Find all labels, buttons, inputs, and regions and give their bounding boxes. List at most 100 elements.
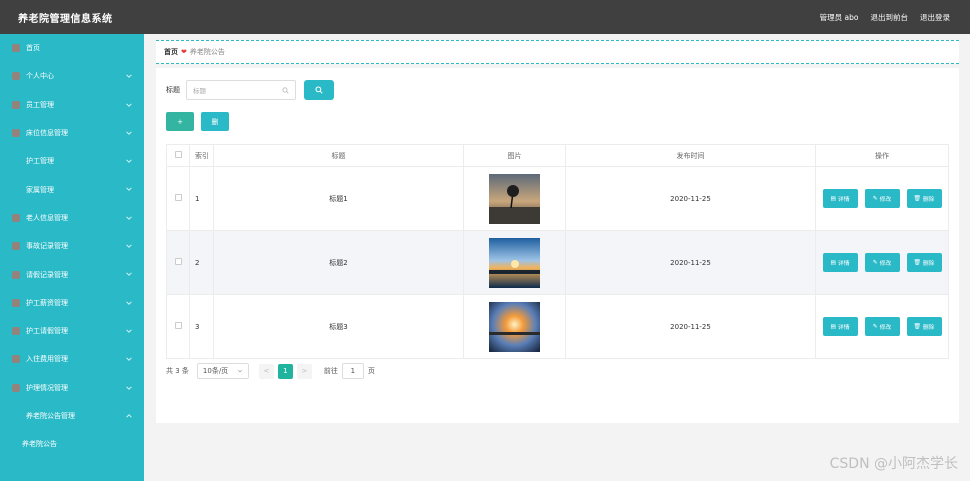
row-checkbox[interactable] bbox=[174, 258, 182, 265]
table-header-row: 索引 标题 图片 发布时间 操作 bbox=[166, 144, 949, 167]
add-button[interactable]: + bbox=[166, 112, 194, 131]
chevron-down-icon bbox=[125, 214, 133, 222]
chevron-down-icon bbox=[125, 270, 133, 278]
breadcrumb: 首页 ❤ 养老院公告 bbox=[156, 40, 959, 64]
total-count: 共 3 条 bbox=[166, 367, 189, 375]
breadcrumb-home[interactable]: 首页 bbox=[164, 47, 178, 57]
sidebar-item-6[interactable]: 老人信息管理 bbox=[0, 204, 144, 232]
detail-button[interactable]: ▤ 详情 bbox=[822, 317, 858, 336]
header-title: 标题 bbox=[213, 144, 464, 167]
sidebar-item-label: 护工薪资管理 bbox=[26, 298, 68, 307]
detail-label: 详情 bbox=[837, 197, 850, 203]
header-select-all[interactable] bbox=[166, 144, 190, 167]
sidebar-item-label: 入住费用管理 bbox=[26, 355, 68, 364]
logout-link[interactable]: 退出登录 bbox=[920, 12, 950, 23]
row-checkbox[interactable] bbox=[174, 322, 182, 329]
table-row: 1 标题1 2020-11-25 ▤ 详情 ✎ 修改 🗑 删除 bbox=[166, 166, 949, 231]
sidebar-item-13[interactable]: 养老院公告管理 bbox=[0, 402, 144, 430]
chevron-down-icon bbox=[125, 327, 133, 335]
search-input[interactable]: 标题 bbox=[186, 80, 296, 100]
next-page-button[interactable]: > bbox=[296, 363, 312, 379]
search-placeholder: 标题 bbox=[193, 87, 206, 95]
prev-page-button[interactable]: < bbox=[258, 363, 274, 379]
sidebar-item-label: 个人中心 bbox=[26, 72, 54, 81]
edit-button[interactable]: ✎ 修改 bbox=[864, 189, 900, 208]
sidebar-item-7[interactable]: 事故记录管理 bbox=[0, 232, 144, 260]
edit-icon: ✎ bbox=[872, 195, 878, 202]
row-image bbox=[463, 294, 566, 359]
sidebar-item-label: 事故记录管理 bbox=[26, 242, 68, 251]
row-image bbox=[463, 230, 566, 295]
staff-icon bbox=[12, 100, 20, 109]
back-to-front-link[interactable]: 退出到前台 bbox=[871, 12, 909, 23]
sidebar-item-12[interactable]: 护理情况管理 bbox=[0, 374, 144, 402]
main-content: 首页 ❤ 养老院公告 标题 标题 + 删 索引 标题 图片 发布时间 操作 1 … bbox=[144, 34, 970, 481]
detail-button[interactable]: ▤ 详情 bbox=[822, 189, 858, 208]
search-button[interactable] bbox=[304, 80, 334, 100]
nurse-leave-icon bbox=[12, 327, 20, 336]
action-buttons: + 删 bbox=[166, 112, 229, 131]
sidebar-item-10[interactable]: 护工请假管理 bbox=[0, 317, 144, 345]
current-user: 管理员 abo bbox=[819, 13, 859, 22]
sidebar-item-5[interactable]: 家属管理 bbox=[0, 175, 144, 203]
header-index: 索引 bbox=[189, 144, 214, 167]
sidebar-item-label: 家属管理 bbox=[26, 185, 54, 194]
home-icon bbox=[12, 44, 20, 53]
delete-button[interactable]: 🗑 删除 bbox=[906, 189, 942, 208]
trash-icon: 🗑 bbox=[913, 259, 921, 266]
elder-icon bbox=[12, 213, 20, 222]
search-icon bbox=[282, 86, 289, 94]
row-actions: ▤ 详情 ✎ 修改 🗑 删除 bbox=[815, 294, 949, 359]
batch-delete-button[interactable]: 删 bbox=[201, 112, 229, 131]
edit-icon: ✎ bbox=[872, 259, 878, 266]
row-index: 3 bbox=[189, 294, 214, 359]
sidebar-item-11[interactable]: 入住费用管理 bbox=[0, 345, 144, 373]
row-actions: ▤ 详情 ✎ 修改 🗑 删除 bbox=[815, 230, 949, 295]
chevron-down-icon bbox=[125, 384, 133, 392]
row-select-cell[interactable] bbox=[166, 230, 190, 295]
care-icon bbox=[12, 383, 20, 392]
notice-thumbnail bbox=[489, 173, 540, 224]
detail-label: 详情 bbox=[837, 325, 850, 331]
row-select-cell[interactable] bbox=[166, 166, 190, 231]
edit-button[interactable]: ✎ 修改 bbox=[864, 317, 900, 336]
sidebar-item-4[interactable]: 护工管理 bbox=[0, 147, 144, 175]
search-icon bbox=[315, 86, 323, 94]
delete-button[interactable]: 🗑 删除 bbox=[906, 253, 942, 272]
edit-label: 修改 bbox=[879, 197, 892, 203]
chevron-down-icon bbox=[125, 355, 133, 363]
detail-icon: ▤ bbox=[830, 195, 836, 202]
fee-icon bbox=[12, 355, 20, 364]
sidebar-item-2[interactable]: 员工管理 bbox=[0, 91, 144, 119]
chevron-down-icon bbox=[125, 157, 133, 165]
sidebar-item-9[interactable]: 护工薪资管理 bbox=[0, 289, 144, 317]
row-select-cell[interactable] bbox=[166, 294, 190, 359]
chevron-down-icon bbox=[125, 72, 133, 80]
edit-label: 修改 bbox=[879, 261, 892, 267]
row-checkbox[interactable] bbox=[174, 194, 182, 201]
delete-button[interactable]: 🗑 删除 bbox=[906, 317, 942, 336]
detail-button[interactable]: ▤ 详情 bbox=[822, 253, 858, 272]
sidebar-item-0[interactable]: 首页 bbox=[0, 34, 144, 62]
heart-icon: ❤ bbox=[181, 48, 187, 56]
edit-label: 修改 bbox=[879, 325, 892, 331]
sidebar-item-8[interactable]: 请假记录管理 bbox=[0, 260, 144, 288]
goto-page-input[interactable]: 1 bbox=[341, 363, 364, 379]
chevron-down-icon bbox=[125, 242, 133, 250]
row-image bbox=[463, 166, 566, 231]
search-row: 标题 标题 bbox=[166, 80, 334, 100]
select-all-checkbox[interactable] bbox=[174, 151, 182, 158]
sidebar-item-label: 养老院公告管理 bbox=[26, 412, 75, 420]
user-icon bbox=[12, 72, 20, 81]
edit-icon: ✎ bbox=[872, 323, 878, 330]
accident-icon bbox=[12, 242, 20, 251]
page-1-button[interactable]: 1 bbox=[277, 363, 293, 379]
chevron-down-icon bbox=[125, 299, 133, 307]
page-size-select[interactable]: 10条/页 bbox=[196, 363, 249, 379]
sidebar-subitem-notice[interactable]: 养老院公告 bbox=[0, 430, 144, 458]
notice-thumbnail bbox=[489, 237, 540, 288]
sidebar-item-label: 护工管理 bbox=[26, 157, 54, 166]
sidebar-item-3[interactable]: 床位信息管理 bbox=[0, 119, 144, 147]
edit-button[interactable]: ✎ 修改 bbox=[864, 253, 900, 272]
sidebar-item-1[interactable]: 个人中心 bbox=[0, 62, 144, 90]
